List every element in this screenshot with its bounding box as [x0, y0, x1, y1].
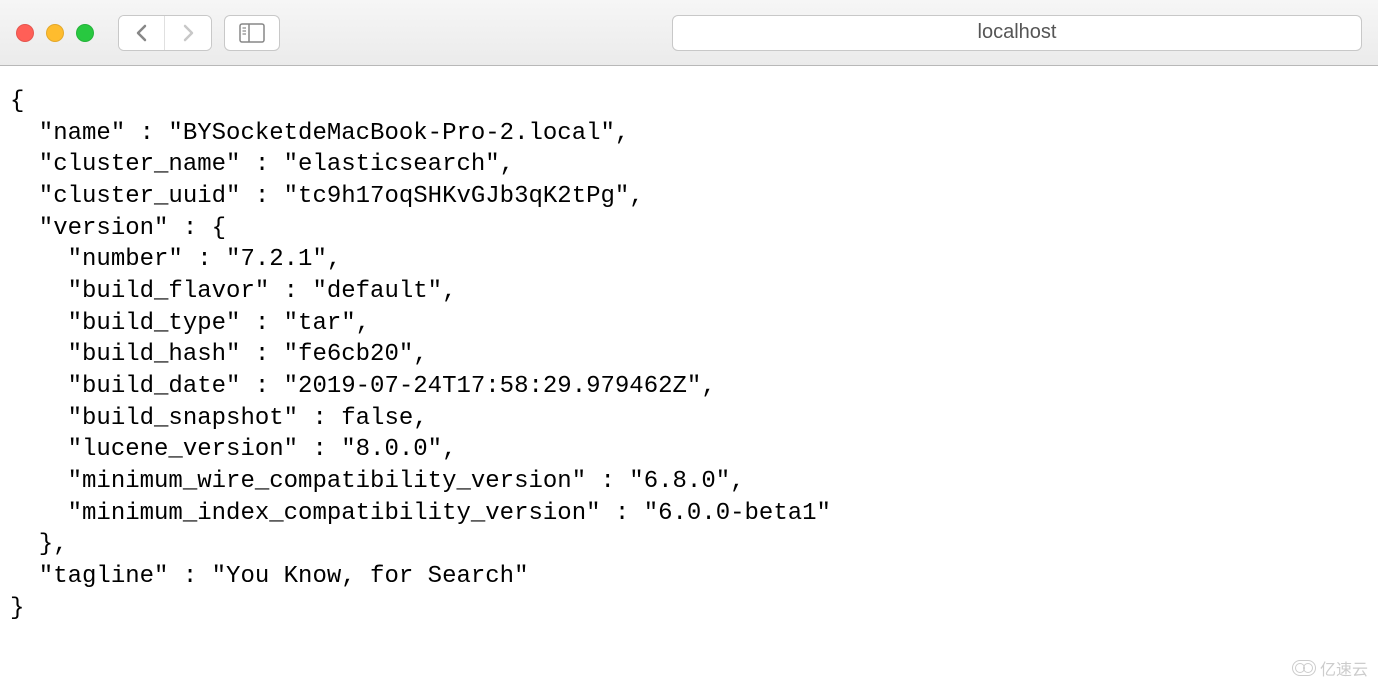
- navigation-buttons: [118, 15, 212, 51]
- back-button[interactable]: [119, 16, 165, 50]
- sidebar-toggle-button[interactable]: [224, 15, 280, 51]
- watermark-icon: [1292, 660, 1316, 676]
- forward-button[interactable]: [165, 16, 211, 50]
- minimize-window-button[interactable]: [46, 24, 64, 42]
- watermark: 亿速云: [1292, 656, 1368, 680]
- maximize-window-button[interactable]: [76, 24, 94, 42]
- json-text: { "name" : "BYSocketdeMacBook-Pro-2.loca…: [10, 88, 831, 622]
- window-controls: [16, 24, 94, 42]
- watermark-text: 亿速云: [1320, 656, 1368, 680]
- browser-toolbar: localhost: [0, 0, 1378, 66]
- chevron-left-icon: [135, 24, 149, 42]
- address-text: localhost: [978, 21, 1057, 44]
- json-content: { "name" : "BYSocketdeMacBook-Pro-2.loca…: [0, 66, 1378, 644]
- close-window-button[interactable]: [16, 24, 34, 42]
- sidebar-icon: [239, 23, 265, 43]
- address-bar[interactable]: localhost: [672, 15, 1362, 51]
- chevron-right-icon: [181, 24, 195, 42]
